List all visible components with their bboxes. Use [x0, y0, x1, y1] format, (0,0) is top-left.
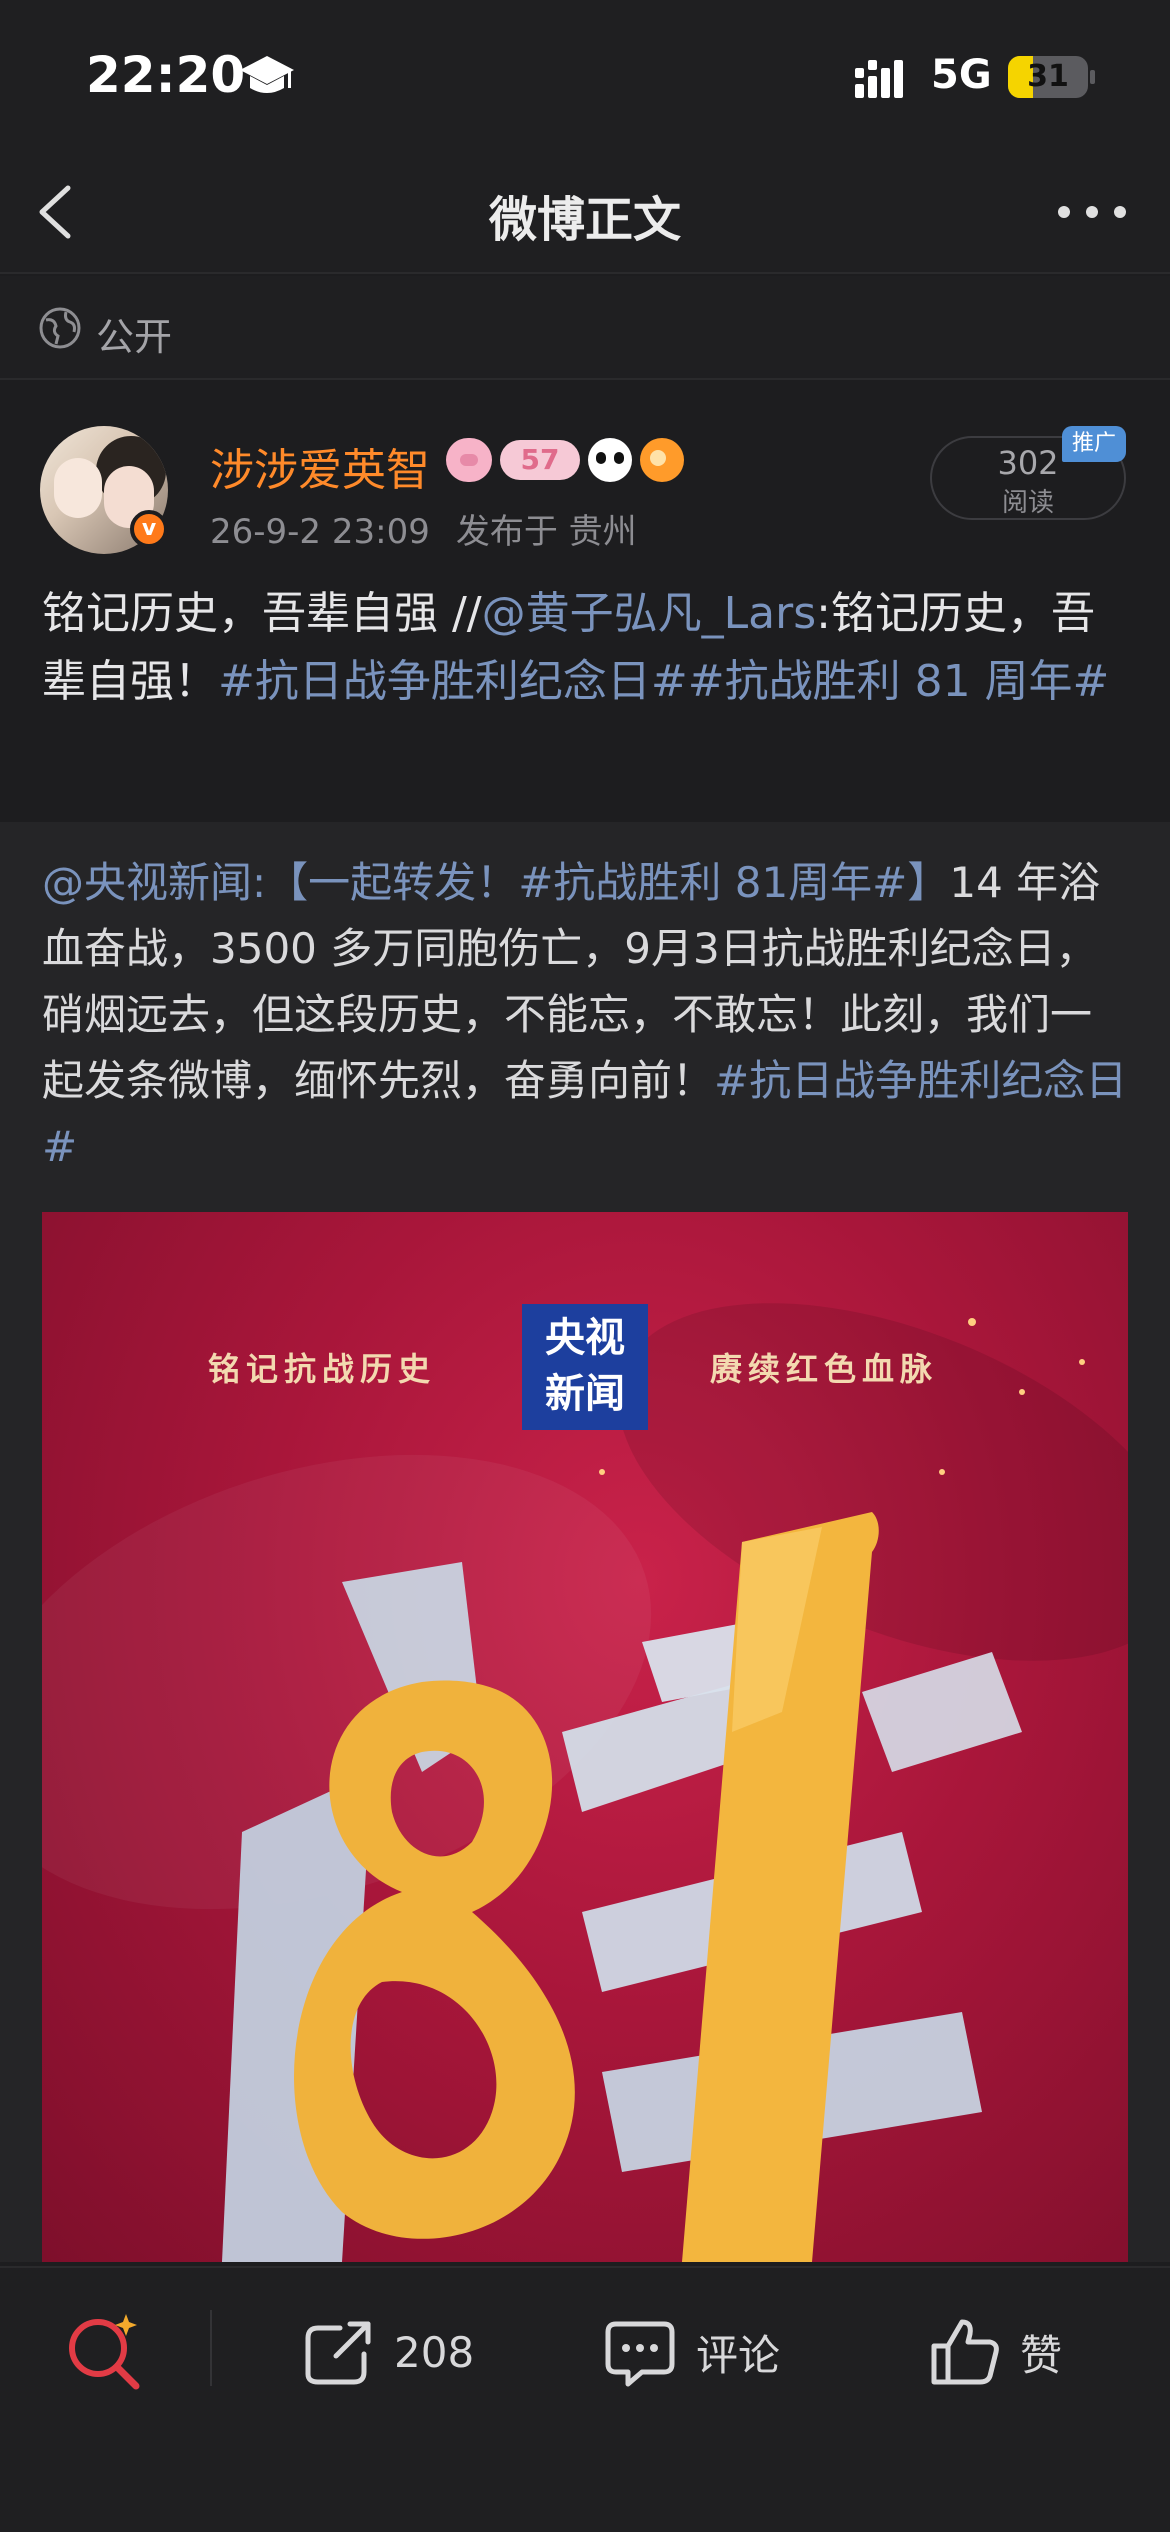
poster-image[interactable]: 铭记抗战历史 央视 新闻 赓续红色血脉: [42, 1212, 1128, 2262]
repost-colon: :: [252, 858, 267, 907]
battery-level: 31: [1027, 59, 1069, 94]
share-count: 208: [394, 2327, 475, 2377]
share-button[interactable]: 208: [300, 2314, 474, 2390]
visibility-row: 公开: [0, 276, 1170, 380]
globe-icon: [39, 307, 81, 349]
promo-tag[interactable]: 推广: [1062, 426, 1126, 462]
poster-81-graphic: [222, 1318, 1085, 2262]
verified-icon: v: [130, 510, 168, 548]
post-location: 发布于 贵州: [455, 512, 637, 552]
comment-button[interactable]: 评论: [602, 2314, 780, 2390]
graduation-cap-icon: [240, 56, 294, 93]
post-meta: 26-9-2 23:09 发布于 贵州: [210, 504, 663, 553]
repost-bracket-open: 【一起转发！: [266, 858, 519, 907]
visibility-label: 公开: [96, 315, 173, 359]
page: 22:20 5G 31 微博正文 公开 v 涉涉爱英智 57 26-9-2 23…: [0, 0, 1170, 2532]
source-mention-link[interactable]: @央视新闻: [42, 858, 252, 907]
hashtag-link[interactable]: #抗战胜利 81周年#: [518, 858, 907, 907]
ai-search-icon[interactable]: [64, 2310, 144, 2390]
repost-bracket-close: 】: [907, 858, 950, 907]
post: v 涉涉爱英智 57 26-9-2 23:09 发布于 贵州 302 阅读 推广 …: [0, 382, 1170, 822]
share-icon: [305, 2321, 371, 2385]
mention-link[interactable]: @黄子弘凡_Lars: [482, 588, 817, 639]
fish-badge-icon[interactable]: [640, 438, 684, 482]
like-button[interactable]: 赞: [926, 2314, 1062, 2390]
bar-divider: [210, 2310, 212, 2386]
status-bar: 22:20 5G 31: [0, 0, 1170, 150]
post-text-part1: 铭记历史，吾辈自强 //: [42, 588, 482, 639]
avatar-face-left: [54, 458, 102, 518]
more-icon[interactable]: [1052, 188, 1132, 236]
repost-card[interactable]: @央视新闻:【一起转发！#抗战胜利 81周年#】14 年浴血奋战，3500 多万…: [0, 822, 1170, 2262]
hashtag-link[interactable]: #抗战胜利 81 周年#: [688, 656, 1110, 707]
battery-nub: [1090, 70, 1095, 84]
post-date: 26-9-2 23:09: [210, 512, 430, 552]
reads-label: 阅读: [1001, 488, 1054, 518]
hashtag-link[interactable]: #抗日战争胜利纪念日#: [218, 656, 688, 707]
panda-badge-icon[interactable]: [588, 438, 632, 482]
level-badge[interactable]: 57: [500, 440, 580, 480]
comment-icon: [605, 2321, 675, 2387]
nav-bar: 微博正文: [0, 150, 1170, 274]
pig-badge-icon[interactable]: [446, 438, 492, 482]
comment-label: 评论: [696, 2330, 781, 2380]
battery-icon: 31: [1008, 56, 1088, 98]
repost-text: @央视新闻:【一起转发！#抗战胜利 81周年#】14 年浴血奋战，3500 多万…: [42, 850, 1132, 1180]
username[interactable]: 涉涉爱英智: [210, 434, 430, 498]
page-title: 微博正文: [488, 192, 681, 248]
thumbs-up-icon: [931, 2319, 999, 2385]
network-type: 5G: [931, 52, 992, 98]
status-time: 22:20: [86, 46, 246, 104]
bottom-action-bar: 208 评论 赞: [0, 2266, 1170, 2532]
user-badges: 57: [446, 434, 684, 486]
like-label: 赞: [1020, 2330, 1063, 2380]
post-text: 铭记历史，吾辈自强 //@黄子弘凡_Lars:铭记历史，吾辈自强！#抗日战争胜利…: [42, 580, 1132, 716]
signal-icon: [855, 60, 903, 98]
